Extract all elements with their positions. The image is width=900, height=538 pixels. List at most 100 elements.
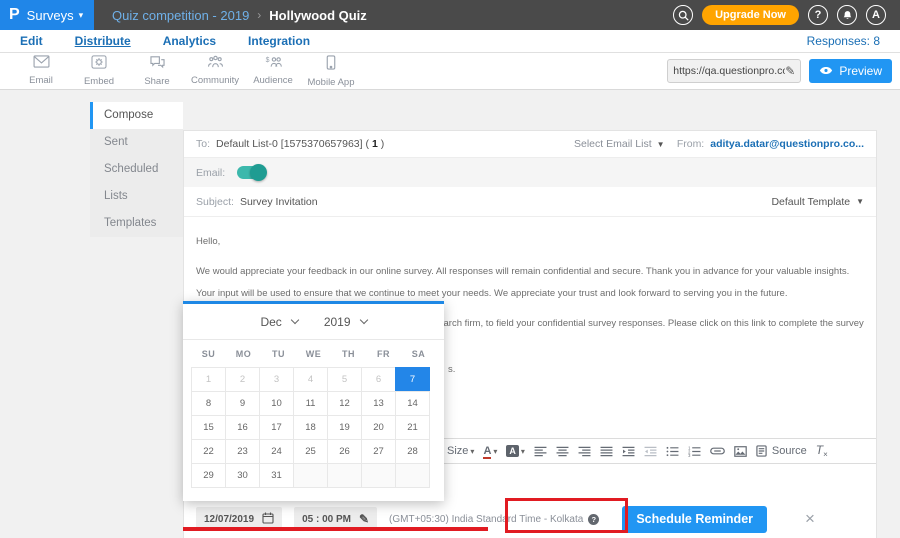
calendar-day-24[interactable]: 24 — [259, 439, 294, 464]
calendar-day-25[interactable]: 25 — [293, 439, 328, 464]
breadcrumb-survey[interactable]: Quiz competition - 2019 — [112, 8, 249, 23]
align-justify-button[interactable] — [600, 446, 613, 457]
timezone-help-icon[interactable]: ? — [588, 514, 599, 525]
calendar-day-17[interactable]: 17 — [259, 415, 294, 440]
template-dropdown[interactable]: Default Template ▼ — [771, 196, 864, 208]
channel-label: Mobile App — [307, 77, 354, 88]
text-color-button[interactable]: A▾ — [483, 445, 497, 457]
surveys-menu[interactable]: P Surveys ▾ — [0, 0, 94, 30]
calendar-day-21[interactable]: 21 — [395, 415, 430, 440]
preview-label: Preview — [839, 64, 882, 78]
subject-label: Subject: — [196, 196, 234, 208]
notifications-bell-icon[interactable] — [837, 5, 857, 25]
size-dropdown[interactable]: Size▾ — [447, 445, 474, 457]
calendar-day-10[interactable]: 10 — [259, 391, 294, 416]
increase-indent-button[interactable] — [622, 446, 635, 457]
close-icon[interactable]: × — [805, 509, 815, 529]
link-button[interactable] — [710, 447, 725, 455]
subject-value[interactable]: Survey Invitation — [240, 196, 318, 208]
toggle-knob — [250, 164, 267, 181]
help-icon[interactable]: ? — [808, 5, 828, 25]
tab-integration[interactable]: Integration — [248, 32, 310, 50]
calendar-empty-cell — [293, 463, 328, 488]
email-icon — [33, 55, 50, 73]
calendar-day-16[interactable]: 16 — [225, 415, 260, 440]
survey-url-field[interactable]: ✎ — [667, 59, 801, 83]
calendar-day-31[interactable]: 31 — [259, 463, 294, 488]
calendar-day-13[interactable]: 13 — [361, 391, 396, 416]
tab-distribute[interactable]: Distribute — [75, 32, 131, 50]
channels-list: EmailEmbedShareCommunity$Audience Mobile … — [12, 55, 360, 88]
edit-time-pencil-icon[interactable]: ✎ — [359, 512, 369, 526]
calendar-day-18[interactable]: 18 — [293, 415, 328, 440]
remove-format-button[interactable]: T× — [816, 443, 828, 459]
calendar-day-27[interactable]: 27 — [361, 439, 396, 464]
search-icon[interactable] — [673, 5, 693, 25]
year-selector[interactable]: 2019 — [324, 315, 367, 329]
align-left-button[interactable] — [534, 446, 547, 457]
calendar-day-9[interactable]: 9 — [225, 391, 260, 416]
email-toggle[interactable] — [237, 166, 265, 179]
timezone-text: (GMT+05:30) India Standard Time - Kolkat… — [389, 514, 599, 525]
schedule-row: 12/07/2019 05 : 00 PM ✎ (GMT+05:30) Indi… — [184, 503, 876, 535]
schedule-date-field[interactable]: 12/07/2019 — [196, 507, 282, 531]
sidebar-item-templates[interactable]: Templates — [90, 210, 183, 237]
calendar-day-22[interactable]: 22 — [191, 439, 226, 464]
month-selector[interactable]: Dec — [260, 315, 297, 329]
calendar-day-23[interactable]: 23 — [225, 439, 260, 464]
sidebar-item-compose[interactable]: Compose — [90, 102, 183, 129]
calendar-day-11[interactable]: 11 — [293, 391, 328, 416]
channel-embed[interactable]: Embed — [70, 55, 128, 88]
avatar[interactable]: A — [866, 5, 886, 25]
survey-url-input[interactable] — [673, 65, 785, 77]
chevron-down-icon: ▼ — [856, 197, 864, 206]
calendar-day-12[interactable]: 12 — [327, 391, 362, 416]
calendar-day-7[interactable]: 7 — [395, 367, 430, 392]
weekday-th: TH — [331, 340, 366, 368]
channel-label: Audience — [253, 75, 293, 86]
schedule-reminder-button[interactable]: Schedule Reminder — [622, 506, 767, 533]
chevron-down-icon — [359, 315, 367, 323]
sidebar-item-sent[interactable]: Sent — [90, 129, 183, 156]
calendar-day-30[interactable]: 30 — [225, 463, 260, 488]
channel-audience[interactable]: $Audience — [244, 55, 302, 88]
channel-email[interactable]: Email — [12, 55, 70, 88]
calendar-day-14[interactable]: 14 — [395, 391, 430, 416]
calendar-icon[interactable] — [262, 512, 274, 527]
tab-analytics[interactable]: Analytics — [163, 32, 216, 50]
source-button[interactable]: Source — [756, 445, 807, 457]
image-button[interactable] — [734, 446, 747, 457]
decrease-indent-button[interactable] — [644, 446, 657, 457]
calendar-week: 22232425262728 — [191, 440, 436, 464]
calendar-day-28[interactable]: 28 — [395, 439, 430, 464]
breadcrumb-page-title: Hollywood Quiz — [269, 8, 367, 23]
to-list-value[interactable]: Default List-0 [1575370657963] — [216, 138, 363, 150]
calendar-empty-cell — [327, 463, 362, 488]
calendar-week: 891011121314 — [191, 392, 436, 416]
calendar-day-29[interactable]: 29 — [191, 463, 226, 488]
numbered-list-button[interactable]: 123 — [688, 446, 701, 457]
calendar-day-20[interactable]: 20 — [361, 415, 396, 440]
schedule-time-field[interactable]: 05 : 00 PM ✎ — [294, 507, 377, 531]
channel-share[interactable]: Share — [128, 55, 186, 88]
calendar-day-19[interactable]: 19 — [327, 415, 362, 440]
sidebar-item-scheduled[interactable]: Scheduled — [90, 156, 183, 183]
edit-url-pencil-icon[interactable]: ✎ — [785, 64, 795, 78]
channel-community[interactable]: Community — [186, 55, 244, 88]
align-center-button[interactable] — [556, 446, 569, 457]
calendar-day-8[interactable]: 8 — [191, 391, 226, 416]
align-right-button[interactable] — [578, 446, 591, 457]
channel-mobile-app[interactable]: Mobile App — [302, 55, 360, 88]
sidebar-item-lists[interactable]: Lists — [90, 183, 183, 210]
tab-edit[interactable]: Edit — [20, 32, 43, 50]
from-group: From: aditya.datar@questionpro.co... — [677, 138, 864, 150]
calendar-day-26[interactable]: 26 — [327, 439, 362, 464]
background-color-button[interactable]: A▾ — [506, 445, 525, 457]
from-email-value[interactable]: aditya.datar@questionpro.co... — [710, 138, 864, 150]
calendar-day-15[interactable]: 15 — [191, 415, 226, 440]
responses-count[interactable]: Responses: 8 — [807, 34, 880, 48]
upgrade-now-button[interactable]: Upgrade Now — [702, 5, 799, 25]
preview-button[interactable]: Preview — [809, 59, 892, 83]
select-email-list-dropdown[interactable]: Select Email List ▼ — [574, 138, 665, 150]
bullet-list-button[interactable] — [666, 446, 679, 457]
